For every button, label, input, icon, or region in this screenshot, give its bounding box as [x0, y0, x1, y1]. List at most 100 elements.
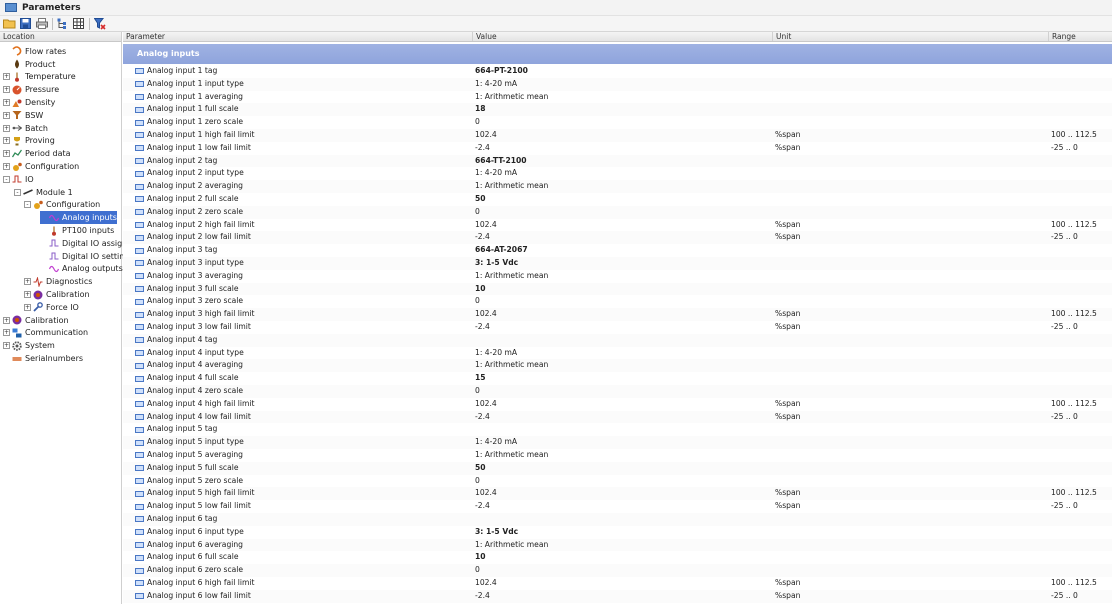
grid-view-icon[interactable]	[72, 17, 85, 30]
tree-node-calibration[interactable]: + Calibration	[3, 314, 69, 327]
value-cell[interactable]: 664-PT-2100	[475, 65, 528, 78]
table-row[interactable]: Analog input 1 full scale 18	[123, 103, 1112, 117]
value-cell[interactable]: 0	[475, 475, 480, 488]
tree-node-configuration[interactable]: - Configuration	[24, 199, 100, 212]
value-cell[interactable]: -2.4	[475, 321, 490, 334]
value-cell[interactable]: 3: 1-5 Vdc	[475, 257, 518, 270]
tree-node-configuration[interactable]: + Configuration	[3, 160, 79, 173]
value-cell[interactable]: -2.4	[475, 411, 490, 424]
tree-node-temperature[interactable]: + Temperature	[3, 71, 76, 84]
open-folder-icon[interactable]	[3, 17, 16, 30]
value-cell[interactable]: 664-TT-2100	[475, 155, 527, 168]
tree-node-product[interactable]: Product	[3, 58, 55, 71]
value-cell[interactable]: 10	[475, 283, 486, 296]
table-row[interactable]: Analog input 6 averaging 1: Arithmetic me…	[123, 538, 1112, 552]
collapse-icon[interactable]: -	[3, 175, 10, 183]
value-cell[interactable]: 0	[475, 116, 480, 129]
tree-node-io[interactable]: - IO	[3, 173, 34, 186]
value-cell[interactable]: 1: 4-20 mA	[475, 78, 517, 91]
tree-node-flow-rates[interactable]: Flow rates	[3, 45, 66, 58]
table-row[interactable]: Analog input 4 input type 1: 4-20 mA	[123, 347, 1112, 360]
value-cell[interactable]: 0	[475, 295, 480, 308]
tree-node-diagnostics[interactable]: + Diagnostics	[24, 275, 92, 288]
tree-node-communication[interactable]: + Communication	[3, 327, 88, 340]
table-row[interactable]: Analog input 4 zero scale 0	[123, 385, 1112, 398]
collapse-icon[interactable]: -	[24, 201, 31, 209]
table-row[interactable]: Analog input 6 full scale 10	[123, 551, 1112, 564]
value-cell[interactable]: 15	[475, 372, 486, 385]
table-row[interactable]: Analog input 1 high fail limit 102.4 %span…	[123, 129, 1112, 142]
table-row[interactable]: Analog input 3 tag 664-AT-2067	[123, 244, 1112, 257]
location-column-header[interactable]: Location	[0, 32, 121, 42]
table-row[interactable]: Analog input 4 averaging 1: Arithmetic me…	[123, 359, 1112, 373]
value-cell[interactable]: 1: Arithmetic mean	[475, 180, 548, 193]
value-cell[interactable]: 102.4	[475, 398, 497, 411]
expand-icon[interactable]: +	[3, 163, 10, 171]
value-cell[interactable]: -2.4	[475, 142, 490, 155]
tree-node-digital-io-settings[interactable]: Digital IO settings	[40, 250, 134, 263]
filter-icon[interactable]	[93, 17, 106, 30]
tree-node-proving[interactable]: + Proving	[3, 135, 55, 148]
value-cell[interactable]: 1: 4-20 mA	[475, 347, 517, 360]
tree-node-batch[interactable]: + Batch	[3, 122, 48, 135]
table-row[interactable]: Analog input 6 tag	[123, 513, 1112, 526]
table-row[interactable]: Analog input 3 zero scale 0	[123, 295, 1112, 308]
table-row[interactable]: Analog input 1 tag 664-PT-2100	[123, 65, 1112, 78]
value-cell[interactable]: 50	[475, 193, 486, 206]
tree-node-analog-outputs[interactable]: Analog outputs	[40, 263, 123, 276]
value-cell[interactable]: 664-AT-2067	[475, 244, 528, 257]
value-cell[interactable]: -2.4	[475, 231, 490, 244]
table-row[interactable]: Analog input 2 high fail limit 102.4 %span…	[123, 219, 1112, 232]
value-cell[interactable]: 102.4	[475, 487, 497, 500]
table-row[interactable]: Analog input 5 input type 1: 4-20 mA	[123, 436, 1112, 449]
tree-node-bsw[interactable]: + BSW	[3, 109, 43, 122]
table-row[interactable]: Analog input 6 input type 3: 1-5 Vdc	[123, 526, 1112, 539]
expand-icon[interactable]: +	[24, 303, 31, 311]
range-column-header[interactable]: Range	[1048, 32, 1112, 41]
value-cell[interactable]: 0	[475, 564, 480, 577]
table-row[interactable]: Analog input 5 zero scale 0	[123, 475, 1112, 488]
value-cell[interactable]: 3: 1-5 Vdc	[475, 526, 518, 539]
tree-node-period-data[interactable]: + Period data	[3, 147, 71, 160]
value-cell[interactable]: 1: 4-20 mA	[475, 167, 517, 180]
table-row[interactable]: Analog input 3 full scale 10	[123, 282, 1112, 296]
tree-node-analog-inputs[interactable]: Analog inputs	[40, 211, 117, 225]
value-cell[interactable]: 10	[475, 551, 486, 564]
value-cell[interactable]: 102.4	[475, 308, 497, 321]
table-row[interactable]: Analog input 5 full scale 50	[123, 461, 1112, 475]
expand-icon[interactable]: +	[3, 73, 10, 81]
table-row[interactable]: Analog input 2 input type 1: 4-20 mA	[123, 167, 1112, 180]
expand-icon[interactable]: +	[3, 111, 10, 119]
table-row[interactable]: Analog input 6 zero scale 0	[123, 564, 1112, 577]
table-row[interactable]: Analog input 1 input type 1: 4-20 mA	[123, 77, 1112, 91]
table-row[interactable]: Analog input 4 tag	[123, 333, 1112, 347]
tree-node-pressure[interactable]: + Pressure	[3, 83, 59, 96]
expand-icon[interactable]: +	[3, 137, 10, 145]
print-icon[interactable]	[35, 17, 48, 30]
table-row[interactable]: Analog input 3 input type 3: 1-5 Vdc	[123, 257, 1112, 270]
table-row[interactable]: Analog input 4 low fail limit -2.4 %span -2…	[123, 410, 1112, 424]
tree-node-digital-io-assign[interactable]: Digital IO assign	[40, 237, 127, 250]
value-cell[interactable]: 1: Arithmetic mean	[475, 449, 548, 462]
value-cell[interactable]: 1: 4-20 mA	[475, 436, 517, 449]
tree-node-system[interactable]: + System	[3, 339, 55, 352]
expand-icon[interactable]: +	[24, 291, 31, 299]
table-row[interactable]: Analog input 5 averaging 1: Arithmetic me…	[123, 449, 1112, 462]
value-cell[interactable]: 0	[475, 206, 480, 219]
table-row[interactable]: Analog input 2 zero scale 0	[123, 205, 1112, 219]
tree-node-calibration[interactable]: + Calibration	[24, 288, 90, 301]
parameter-column-header[interactable]: Parameter	[123, 32, 475, 41]
expand-icon[interactable]: +	[3, 316, 10, 324]
table-row[interactable]: Analog input 5 high fail limit 102.4 %span…	[123, 487, 1112, 501]
value-column-header[interactable]: Value	[472, 32, 772, 41]
expand-icon[interactable]: +	[3, 329, 10, 337]
table-row[interactable]: Analog input 1 zero scale 0	[123, 116, 1112, 129]
table-row[interactable]: Analog input 2 averaging 1: Arithmetic me…	[123, 180, 1112, 193]
value-cell[interactable]: 50	[475, 462, 486, 475]
save-icon[interactable]	[19, 17, 32, 30]
table-row[interactable]: Analog input 1 averaging 1: Arithmetic me…	[123, 91, 1112, 104]
table-row[interactable]: Analog input 1 low fail limit -2.4 %span -2…	[123, 142, 1112, 155]
value-cell[interactable]: 1: Arithmetic mean	[475, 539, 548, 552]
collapse-icon[interactable]: -	[14, 188, 21, 196]
table-row[interactable]: Analog input 3 high fail limit 102.4 %span…	[123, 308, 1112, 321]
